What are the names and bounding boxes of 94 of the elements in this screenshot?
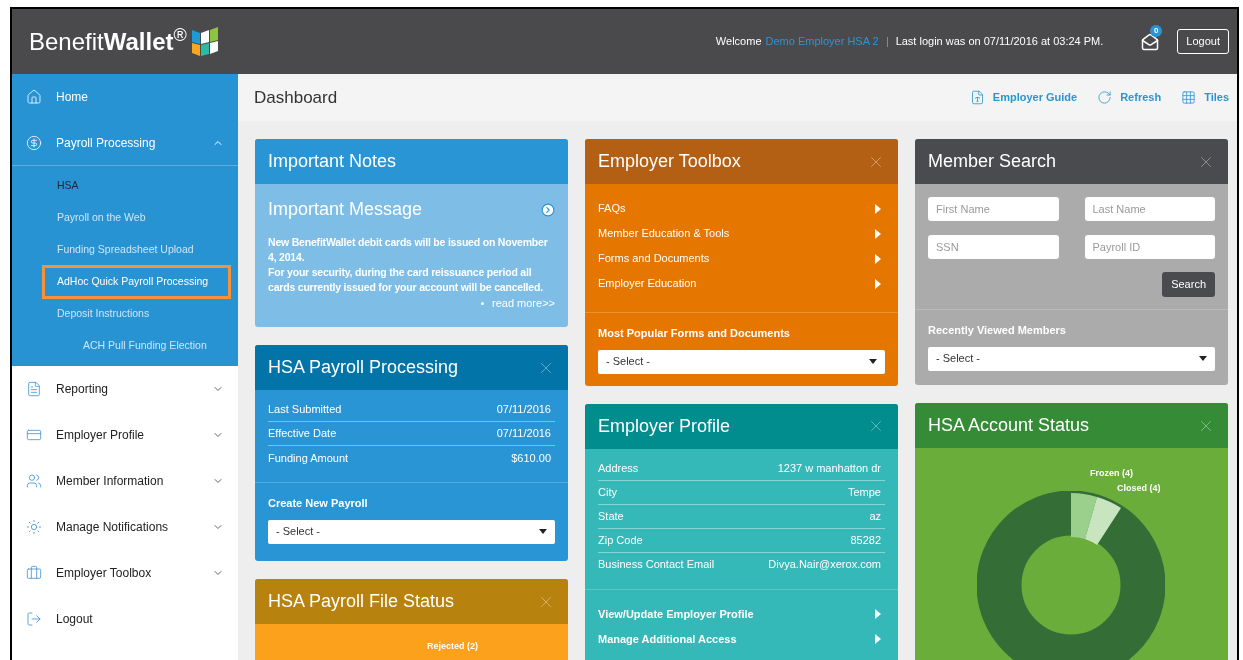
caret-icon — [875, 203, 881, 214]
search-field[interactable]: Payroll ID — [1084, 235, 1215, 259]
caret-icon — [875, 253, 881, 264]
nav-item[interactable]: Member Information — [12, 458, 238, 504]
select-label: Create New Payroll — [268, 496, 369, 511]
user-link[interactable]: Demo Employer HSA 2 — [765, 33, 879, 50]
caret-icon — [875, 228, 881, 239]
toolbar-link[interactable]: Employer Guide — [969, 89, 1078, 106]
toolbox-link[interactable]: Employer Education — [598, 271, 885, 296]
logo-text: BenefitWallet$^{®}$ — [29, 23, 187, 57]
nav-item[interactable]: Manage Notifications — [12, 504, 238, 550]
field-label: Last Submitted — [268, 402, 342, 418]
select-label: Most Popular Forms and Documents — [598, 326, 791, 341]
next-icon[interactable] — [541, 202, 555, 217]
caret-icon — [875, 634, 881, 644]
search-field[interactable]: Last Name — [1084, 197, 1215, 221]
card-title: Member Search — [928, 150, 1057, 173]
grid-icon — [1181, 90, 1197, 105]
submenu-item[interactable]: ACH Pull Funding Election — [68, 329, 222, 363]
message-text: New BenefitWallet debit cards will be issued on November 4, 2014. — [268, 235, 549, 265]
refresh-icon — [1097, 90, 1113, 105]
field-value: 07/11/2016 — [496, 402, 552, 418]
select-dropdown[interactable]: - Select - — [598, 349, 885, 374]
nav-item[interactable]: Home — [12, 74, 238, 120]
submenu-item[interactable]: HSA — [42, 169, 94, 203]
welcome-text: Welcome — [715, 34, 762, 50]
nav-icon — [26, 427, 42, 443]
submenu-item[interactable]: Payroll on the Web — [42, 201, 161, 235]
nav-icon — [26, 473, 42, 489]
field-label: Address — [598, 460, 639, 476]
card-title: HSA Payroll File Status — [268, 590, 455, 613]
field-value: Divya.Nair@xerox.com — [768, 557, 882, 573]
search-field[interactable]: First Name — [928, 197, 1059, 221]
search-field[interactable]: SSN — [928, 235, 1059, 259]
field-label: State — [598, 508, 624, 524]
nav-icon — [26, 134, 42, 151]
message-text: For your security, during the card reissuance period all cards currently issued for your account will be cancelled. — [268, 265, 544, 295]
card-title: Employer Toolbox — [598, 150, 741, 173]
card-title: HSA Payroll Processing — [268, 356, 459, 379]
chart-label: Frozen (4) — [1090, 467, 1133, 480]
nav-item[interactable]: Logout — [12, 596, 238, 642]
card-title: HSA Account Status — [928, 414, 1090, 437]
nav-icon — [26, 565, 42, 581]
nav-icon — [26, 519, 42, 535]
search-button[interactable]: Search — [1162, 272, 1215, 297]
caret-icon — [875, 609, 881, 619]
message-title: Important Message — [268, 198, 423, 221]
toolbar-link[interactable]: Tiles — [1181, 89, 1229, 106]
field-label: City — [598, 484, 617, 500]
select-label: Recently Viewed Members — [928, 323, 1067, 338]
dropdown-caret-icon — [869, 359, 877, 364]
read-more-link[interactable]: read more>> — [492, 295, 555, 312]
toolbox-link[interactable]: Forms and Documents — [598, 246, 885, 271]
nav-item[interactable]: Reporting — [12, 366, 238, 412]
nav-item[interactable]: Employer Profile — [12, 412, 238, 458]
submenu-item[interactable]: Funding Spreadsheet Upload — [42, 233, 209, 267]
toolbox-link[interactable]: FAQs — [598, 196, 885, 221]
page-title: Dashboard — [254, 86, 338, 109]
card-title: Employer Profile — [598, 414, 731, 438]
logout-button[interactable]: Logout — [1177, 29, 1229, 54]
nav-icon — [26, 611, 42, 627]
field-value: 07/11/2016 — [496, 426, 552, 442]
field-label: Effective Date — [268, 426, 337, 442]
profile-link[interactable]: View/Update Employer Profile — [598, 601, 885, 627]
bullet-icon — [481, 301, 484, 305]
field-label: Business Contact Email — [598, 557, 715, 573]
dropdown-caret-icon — [539, 529, 547, 534]
caret-icon — [875, 278, 881, 289]
toolbox-link[interactable]: Member Education & Tools — [598, 221, 885, 246]
field-value: 1237 w manhatton dr — [777, 460, 882, 476]
nav-icon — [26, 381, 42, 397]
mail-icon[interactable] — [1141, 32, 1160, 51]
logo-icon — [189, 25, 220, 58]
field-value: Tempe — [847, 484, 882, 500]
profile-link[interactable]: Manage Additional Access — [598, 626, 885, 652]
field-value: 85282 — [850, 532, 882, 548]
field-label: Zip Code — [598, 532, 643, 548]
field-value: az — [869, 508, 882, 524]
submenu-item[interactable]: Deposit Instructions — [42, 297, 165, 331]
nav-icon — [26, 89, 42, 105]
dropdown-caret-icon — [1199, 356, 1207, 361]
field-label: Funding Amount — [268, 450, 349, 466]
last-login-text: Last login was on 07/11/2016 at 03:24 PM. — [895, 34, 1104, 50]
mail-count-badge: 0 — [1150, 24, 1163, 37]
toolbar-link[interactable]: Refresh — [1097, 89, 1162, 106]
card-title: Important Notes — [268, 150, 397, 173]
chart-label: Rejected (2) — [427, 640, 479, 653]
field-value: $610.00 — [511, 450, 552, 466]
select-dropdown[interactable]: - Select - — [268, 519, 555, 544]
nav-item[interactable]: Employer Toolbox — [12, 550, 238, 596]
submenu-item[interactable]: AdHoc Quick Payroll Processing — [42, 265, 232, 299]
document-icon — [969, 90, 985, 105]
select-dropdown[interactable]: - Select - — [928, 346, 1215, 371]
chart-label: Closed (4) — [1117, 482, 1161, 495]
